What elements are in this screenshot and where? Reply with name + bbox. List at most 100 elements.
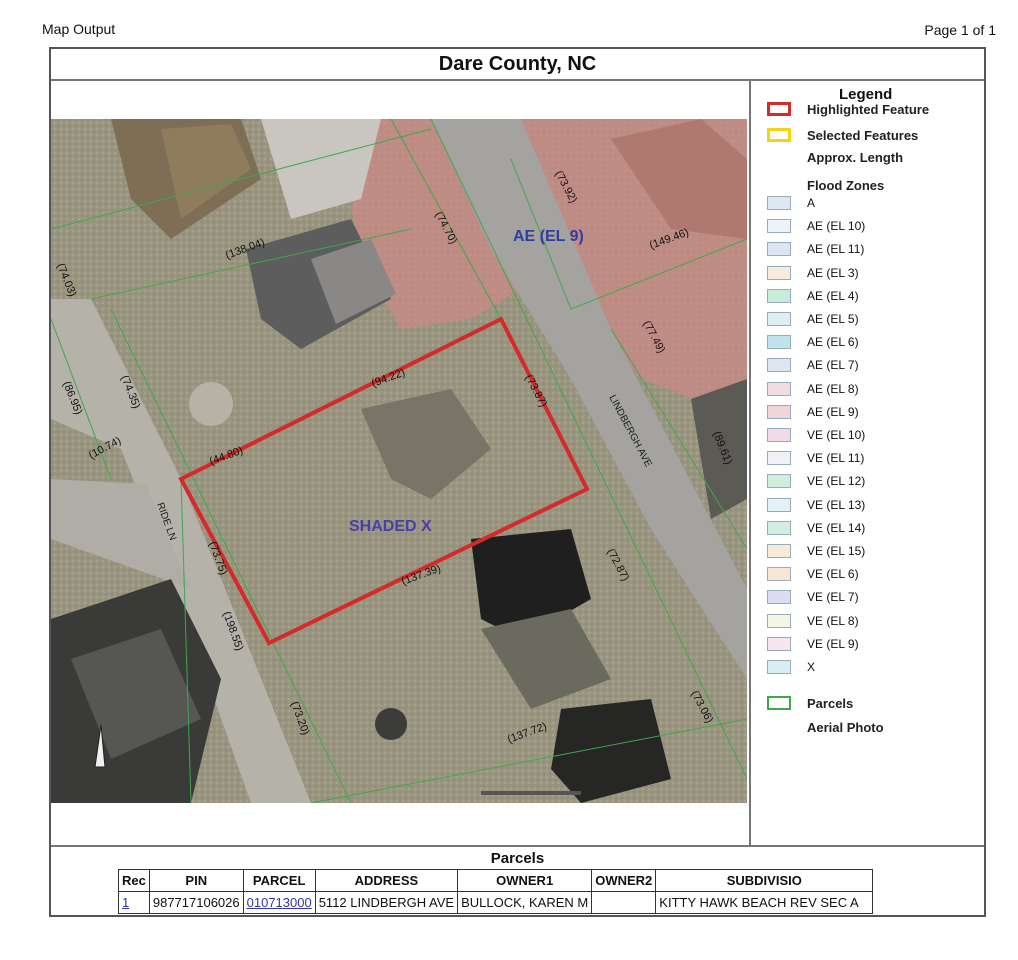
legend-item: VE (EL 6)	[767, 564, 859, 584]
col-pin: PIN	[148, 869, 244, 892]
legend-item-label: AE (EL 3)	[807, 265, 859, 280]
legend-swatch-icon	[767, 288, 791, 303]
legend-swatch-icon	[767, 451, 791, 466]
legend-item: AE (EL 11)	[767, 239, 864, 259]
cell-subdivision: KITTY HAWK BEACH REV SEC A	[655, 891, 874, 914]
legend-swatch-icon	[767, 335, 791, 350]
legend-swatch-icon	[767, 720, 791, 734]
map-title: Dare County, NC	[51, 49, 984, 81]
legend-swatch-icon	[767, 196, 791, 210]
legend-swatch-icon	[767, 428, 791, 442]
col-address: ADDRESS	[314, 869, 459, 892]
legend-swatch-icon	[767, 474, 791, 489]
legend-item-label: VE (EL 8)	[807, 613, 859, 628]
legend-swatch-icon	[767, 312, 791, 326]
legend-item-label: Approx. Length	[807, 149, 904, 165]
zone-label-ae9: AE (EL 9)	[513, 228, 584, 245]
legend-swatch-icon	[767, 178, 791, 192]
legend-item-label: VE (EL 15)	[807, 544, 866, 558]
legend-item: Selected Features	[767, 125, 918, 145]
legend-item: VE (EL 7)	[767, 587, 859, 607]
legend-item: AE (EL 8)	[767, 379, 859, 399]
legend-swatch-icon	[767, 567, 791, 582]
legend-item: VE (EL 12)	[767, 471, 865, 491]
col-parcel: PARCEL	[242, 869, 316, 892]
legend-item-label: Parcels	[807, 695, 854, 711]
legend-item: A	[767, 193, 815, 213]
legend-swatch-icon	[767, 613, 791, 628]
parcels-title: Parcels	[490, 850, 545, 867]
cell-owner2	[591, 891, 657, 914]
aerial-map[interactable]: AE (EL 9) SHADED X LINDBERGH AVE RIDE LN…	[51, 119, 747, 803]
legend-item: VE (EL 13)	[767, 495, 865, 515]
map-output-frame: Dare County, NC AE (EL 9) SHADED X LINDB…	[49, 47, 986, 917]
legend-swatch-icon	[767, 242, 791, 257]
legend-swatch-icon	[767, 636, 791, 651]
cell-owner1: BULLOCK, KAREN M	[457, 891, 593, 914]
legend-swatch-icon	[767, 520, 791, 535]
legend-item-label: Flood Zones	[807, 177, 885, 193]
table-header-row: Rec PIN PARCEL ADDRESS OWNER1 OWNER2 SUB…	[118, 869, 874, 892]
legend-item-label: VE (EL 13)	[807, 497, 866, 512]
legend-item: VE (EL 11)	[767, 448, 864, 468]
legend-item-label: AE (EL 5)	[807, 312, 859, 326]
legend-item: AE (EL 3)	[767, 263, 859, 283]
legend-item: VE (EL 14)	[767, 518, 865, 538]
legend-item-label: VE (EL 7)	[807, 590, 859, 605]
legend-item-label: VE (EL 14)	[807, 520, 866, 535]
legend-item-label: VE (EL 11)	[807, 451, 865, 466]
col-rec: Rec	[118, 869, 150, 892]
legend-item: VE (EL 15)	[767, 541, 865, 561]
col-owner1: OWNER1	[457, 869, 593, 892]
legend-swatch-icon	[767, 265, 791, 280]
legend-swatch-icon	[767, 590, 791, 605]
legend-swatch-icon	[767, 660, 791, 674]
scale-bar	[481, 791, 581, 795]
legend-item: AE (EL 7)	[767, 355, 859, 375]
legend-item: VE (EL 10)	[767, 425, 865, 445]
round-yard	[189, 382, 233, 426]
legend-swatch-icon	[767, 102, 791, 116]
legend-swatch-icon	[767, 219, 791, 234]
legend-item: X	[767, 657, 815, 677]
legend-item: Approx. Length	[767, 147, 903, 167]
legend-item: Highlighted Feature	[767, 99, 929, 119]
legend-item-label: A	[807, 196, 816, 210]
legend-swatch-icon	[767, 358, 791, 373]
parcel-link[interactable]: 010713000	[247, 895, 312, 910]
legend-item-label: VE (EL 6)	[807, 567, 859, 582]
legend-item-label: AE (EL 9)	[807, 404, 859, 419]
cell-address: 5112 LINDBERGH AVE	[314, 891, 459, 914]
parcels-section: Parcels Rec PIN PARCEL ADDRESS OWNER1 OW…	[51, 845, 984, 917]
table-row: 1 987717106026 010713000 5112 LINDBERGH …	[118, 891, 874, 914]
page-header-title: Map Output	[42, 21, 116, 37]
legend-item-label: AE (EL 11)	[807, 242, 865, 257]
legend-item: Aerial Photo	[767, 717, 884, 737]
legend-item-label: VE (EL 12)	[807, 474, 866, 489]
legend-item-label: Selected Features	[807, 127, 919, 143]
legend-item: Flood Zones	[767, 175, 884, 195]
legend-swatch-icon	[767, 544, 791, 558]
round-feature	[375, 708, 407, 740]
legend-item-label: AE (EL 10)	[807, 219, 866, 234]
legend-item-label: AE (EL 8)	[807, 381, 859, 396]
legend-item-label: AE (EL 7)	[807, 358, 859, 373]
legend-item: AE (EL 4)	[767, 286, 859, 306]
parcels-table: Rec PIN PARCEL ADDRESS OWNER1 OWNER2 SUB…	[118, 869, 874, 914]
legend-panel: Legend Highlighted Feature Selected Featu…	[749, 79, 986, 845]
legend-item: VE (EL 9)	[767, 634, 859, 654]
rec-link[interactable]: 1	[122, 895, 129, 910]
col-owner2: OWNER2	[591, 869, 657, 892]
legend-item-label: Aerial Photo	[807, 719, 884, 735]
legend-item-label: AE (EL 6)	[807, 335, 859, 350]
legend-item: AE (EL 5)	[767, 309, 859, 329]
map-view[interactable]: AE (EL 9) SHADED X LINDBERGH AVE RIDE LN…	[51, 119, 747, 803]
legend-item-label: Highlighted Feature	[807, 101, 930, 117]
legend-item-label: VE (EL 9)	[807, 636, 859, 651]
col-subdivision: SUBDIVISIO	[655, 869, 874, 892]
legend-swatch-icon	[767, 497, 791, 512]
legend-swatch-icon	[767, 128, 791, 142]
legend-item: AE (EL 6)	[767, 332, 859, 352]
legend-item-label: AE (EL 4)	[807, 288, 859, 303]
legend-swatch-icon	[767, 381, 791, 396]
